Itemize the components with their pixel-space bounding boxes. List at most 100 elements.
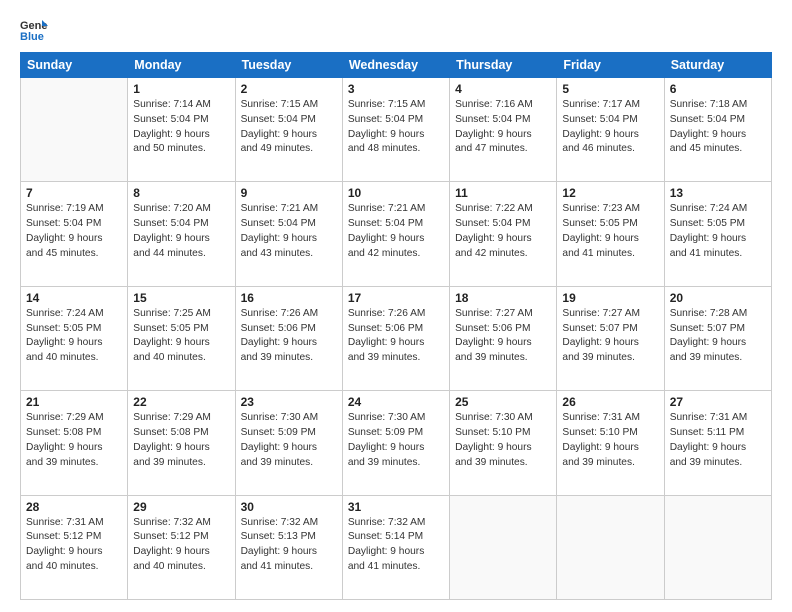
calendar-cell: 10Sunrise: 7:21 AMSunset: 5:04 PMDayligh…: [342, 182, 449, 286]
cell-line: Daylight: 9 hours: [670, 336, 766, 351]
cell-line: and 39 minutes.: [670, 456, 766, 471]
cell-line: Sunset: 5:07 PM: [562, 322, 658, 337]
cell-line: and 46 minutes.: [562, 142, 658, 157]
cell-line: Sunset: 5:07 PM: [670, 322, 766, 337]
logo-icon: General Blue: [20, 18, 48, 42]
cell-line: and 50 minutes.: [133, 142, 229, 157]
cell-line: Daylight: 9 hours: [241, 128, 337, 143]
cell-line: and 39 minutes.: [26, 456, 122, 471]
cell-line: Sunrise: 7:15 AM: [241, 98, 337, 113]
cell-line: Daylight: 9 hours: [670, 128, 766, 143]
cell-line: Daylight: 9 hours: [241, 336, 337, 351]
cell-line: and 45 minutes.: [670, 142, 766, 157]
cell-line: Daylight: 9 hours: [133, 128, 229, 143]
cell-line: Daylight: 9 hours: [562, 441, 658, 456]
cell-line: and 48 minutes.: [348, 142, 444, 157]
cell-line: Sunset: 5:04 PM: [348, 113, 444, 128]
calendar-cell: 30 Sunrise: 7:32 AMSunset: 5:13 PMDayligh…: [235, 495, 342, 599]
svg-text:Blue: Blue: [20, 31, 44, 42]
calendar-cell: 8Sunrise: 7:20 AMSunset: 5:04 PMDaylight…: [128, 182, 235, 286]
calendar-cell: 2Sunrise: 7:15 AMSunset: 5:04 PMDaylight…: [235, 78, 342, 182]
weekday-header-wednesday: Wednesday: [342, 53, 449, 78]
cell-line: Sunset: 5:06 PM: [241, 322, 337, 337]
cell-line: Daylight: 9 hours: [348, 232, 444, 247]
day-number: 11: [455, 186, 551, 200]
day-number: 18: [455, 291, 551, 305]
day-number: 2: [241, 82, 337, 96]
calendar-cell: 31Sunrise: 7:32 AMSunset: 5:14 PMDayligh…: [342, 495, 449, 599]
cell-line: Sunrise: 7:31 AM: [562, 411, 658, 426]
calendar-cell: 22Sunrise: 7:29 AMSunset: 5:08 PMDayligh…: [128, 391, 235, 495]
cell-line: Sunrise: 7:32 AM: [133, 516, 229, 531]
cell-line: and 41 minutes.: [241, 560, 337, 575]
cell-line: Sunset: 5:09 PM: [348, 426, 444, 441]
calendar-cell: 11Sunrise: 7:22 AMSunset: 5:04 PMDayligh…: [450, 182, 557, 286]
header: General Blue: [20, 18, 772, 42]
cell-line: Daylight: 9 hours: [241, 232, 337, 247]
cell-line: and 41 minutes.: [670, 247, 766, 262]
calendar-cell: 18Sunrise: 7:27 AMSunset: 5:06 PMDayligh…: [450, 286, 557, 390]
day-number: 12: [562, 186, 658, 200]
cell-line: Sunset: 5:08 PM: [26, 426, 122, 441]
cell-line: and 40 minutes.: [26, 351, 122, 366]
calendar-cell: 23Sunrise: 7:30 AMSunset: 5:09 PMDayligh…: [235, 391, 342, 495]
cell-line: Daylight: 9 hours: [455, 232, 551, 247]
cell-line: Sunrise: 7:30 AM: [348, 411, 444, 426]
calendar-cell: 7Sunrise: 7:19 AMSunset: 5:04 PMDaylight…: [21, 182, 128, 286]
cell-line: Daylight: 9 hours: [241, 545, 337, 560]
cell-line: Sunrise: 7:32 AM: [348, 516, 444, 531]
cell-line: and 45 minutes.: [26, 247, 122, 262]
calendar-cell: 9Sunrise: 7:21 AMSunset: 5:04 PMDaylight…: [235, 182, 342, 286]
day-number: 4: [455, 82, 551, 96]
cell-line: Sunrise: 7:32 AM: [241, 516, 337, 531]
day-number: 17: [348, 291, 444, 305]
cell-line: Sunrise: 7:23 AM: [562, 202, 658, 217]
cell-line: Sunrise: 7:14 AM: [133, 98, 229, 113]
cell-line: Sunset: 5:13 PM: [241, 530, 337, 545]
cell-line: and 43 minutes.: [241, 247, 337, 262]
cell-line: and 39 minutes.: [133, 456, 229, 471]
calendar-cell: 17Sunrise: 7:26 AMSunset: 5:06 PMDayligh…: [342, 286, 449, 390]
calendar-cell: [664, 495, 771, 599]
cell-line: Sunset: 5:05 PM: [562, 217, 658, 232]
cell-line: Sunset: 5:04 PM: [133, 217, 229, 232]
calendar-cell: 24Sunrise: 7:30 AMSunset: 5:09 PMDayligh…: [342, 391, 449, 495]
day-number: 3: [348, 82, 444, 96]
day-number: 30: [241, 500, 337, 514]
cell-line: Sunrise: 7:28 AM: [670, 307, 766, 322]
logo: General Blue: [20, 18, 48, 42]
cell-line: Sunset: 5:04 PM: [562, 113, 658, 128]
day-number: 27: [670, 395, 766, 409]
day-number: 29: [133, 500, 229, 514]
cell-line: Sunrise: 7:24 AM: [26, 307, 122, 322]
cell-line: and 49 minutes.: [241, 142, 337, 157]
calendar-cell: 5Sunrise: 7:17 AMSunset: 5:04 PMDaylight…: [557, 78, 664, 182]
weekday-header-friday: Friday: [557, 53, 664, 78]
cell-line: Daylight: 9 hours: [562, 232, 658, 247]
cell-line: Sunset: 5:04 PM: [670, 113, 766, 128]
calendar-cell: 14Sunrise: 7:24 AMSunset: 5:05 PMDayligh…: [21, 286, 128, 390]
cell-line: Sunrise: 7:30 AM: [241, 411, 337, 426]
cell-line: Sunset: 5:12 PM: [133, 530, 229, 545]
day-number: 20: [670, 291, 766, 305]
day-number: 22: [133, 395, 229, 409]
day-number: 10: [348, 186, 444, 200]
cell-line: and 44 minutes.: [133, 247, 229, 262]
cell-line: Sunset: 5:14 PM: [348, 530, 444, 545]
calendar-cell: 29 Sunrise: 7:32 AMSunset: 5:12 PMDayligh…: [128, 495, 235, 599]
cell-line: Sunrise: 7:31 AM: [26, 516, 122, 531]
cell-line: Daylight: 9 hours: [133, 336, 229, 351]
cell-line: Daylight: 9 hours: [133, 545, 229, 560]
day-number: 14: [26, 291, 122, 305]
cell-line: Sunset: 5:04 PM: [455, 113, 551, 128]
calendar-table: SundayMondayTuesdayWednesdayThursdayFrid…: [20, 52, 772, 600]
calendar-cell: 1Sunrise: 7:14 AMSunset: 5:04 PMDaylight…: [128, 78, 235, 182]
cell-line: Daylight: 9 hours: [133, 441, 229, 456]
cell-line: Sunset: 5:10 PM: [455, 426, 551, 441]
calendar-cell: 15Sunrise: 7:25 AMSunset: 5:05 PMDayligh…: [128, 286, 235, 390]
cell-line: and 39 minutes.: [562, 456, 658, 471]
day-number: 24: [348, 395, 444, 409]
cell-line: Sunrise: 7:26 AM: [241, 307, 337, 322]
cell-line: Daylight: 9 hours: [26, 441, 122, 456]
calendar-cell: 27Sunrise: 7:31 AMSunset: 5:11 PMDayligh…: [664, 391, 771, 495]
